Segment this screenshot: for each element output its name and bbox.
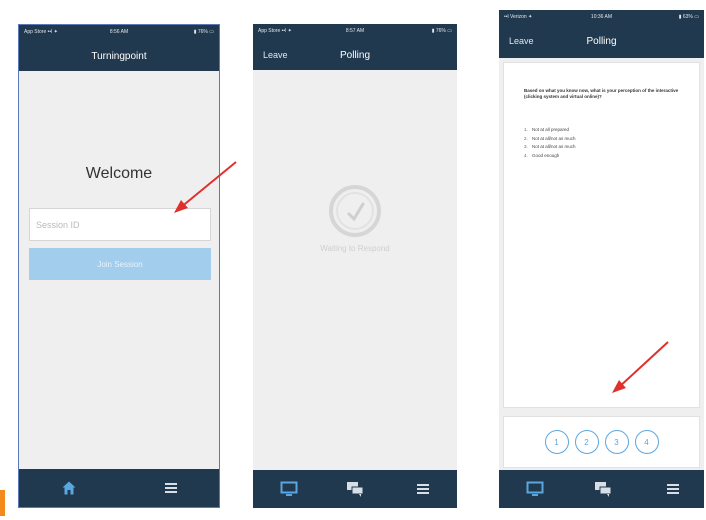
nav-bar: App Store ••l ✦ 8:56 AM ▮ 76% ▭ Turningp… bbox=[19, 25, 219, 71]
status-bar: App Store ••l ✦ 8:57 AM ▮ 76% ▭ bbox=[253, 26, 457, 36]
tab-home[interactable] bbox=[49, 469, 89, 507]
chat-icon bbox=[595, 482, 612, 497]
answer-button-4[interactable]: 4 bbox=[634, 430, 659, 454]
tab-bar bbox=[253, 470, 457, 508]
list-item: 2. Not at all/not as much bbox=[524, 135, 576, 141]
list-item: 4. Good enough bbox=[524, 152, 560, 158]
tab-chat[interactable] bbox=[585, 470, 621, 508]
answer-button-1[interactable]: 1 bbox=[544, 430, 569, 454]
polling-title: Polling bbox=[339, 50, 371, 61]
status-time: 10:36 AM bbox=[590, 14, 613, 20]
list-item: 3. Not at all/not as much bbox=[524, 144, 576, 149]
status-time: 8:57 AM bbox=[345, 28, 365, 34]
page-tab-marker bbox=[0, 490, 5, 516]
status-time: 8:56 AM bbox=[109, 29, 129, 35]
clock-icon bbox=[329, 185, 381, 237]
tab-menu[interactable] bbox=[655, 470, 691, 508]
annotation-arrow-icon bbox=[174, 161, 237, 213]
answer-button-2[interactable]: 2 bbox=[574, 430, 599, 454]
question-text: Based on what you know now, what is your… bbox=[524, 88, 679, 99]
answer-button-3[interactable]: 3 bbox=[604, 430, 629, 454]
menu-icon bbox=[165, 483, 177, 493]
app-title: Turningpoint bbox=[91, 51, 147, 62]
waiting-indicator: Waiting to Respond bbox=[253, 184, 457, 253]
tab-menu[interactable] bbox=[405, 470, 441, 508]
phone-screen-waiting: App Store ••l ✦ 8:57 AM ▮ 76% ▭ Leave Po… bbox=[253, 24, 457, 508]
tab-polling[interactable] bbox=[517, 470, 553, 508]
answer-bar: 1 2 3 4 bbox=[503, 416, 700, 468]
status-battery: ▮ 76% ▭ bbox=[431, 28, 452, 34]
tab-bar bbox=[499, 470, 704, 508]
monitor-icon bbox=[526, 481, 544, 496]
tab-menu[interactable] bbox=[151, 469, 191, 507]
nav-bar: ••l Verizon ✦ 10:36 AM ▮ 63% ▭ Leave Pol… bbox=[499, 10, 704, 58]
home-icon bbox=[62, 481, 76, 495]
status-bar: App Store ••l ✦ 8:56 AM ▮ 76% ▭ bbox=[19, 27, 219, 37]
monitor-icon bbox=[280, 481, 298, 496]
phone-screen-welcome: App Store ••l ✦ 8:56 AM ▮ 76% ▭ Turningp… bbox=[18, 24, 220, 508]
polling-title: Polling bbox=[586, 36, 617, 47]
phone-screen-question: ••l Verizon ✦ 10:36 AM ▮ 63% ▭ Leave Pol… bbox=[499, 10, 704, 508]
tab-polling[interactable] bbox=[271, 470, 307, 508]
annotation-arrow-icon bbox=[612, 341, 669, 393]
option-list: 1. Not at all prepared 2. Not at all/not a… bbox=[524, 126, 685, 160]
list-item: 1. Not at all prepared bbox=[524, 127, 570, 132]
status-battery: ▮ 63% ▭ bbox=[678, 14, 699, 20]
chat-icon bbox=[347, 482, 364, 497]
join-session-button[interactable]: Join Session bbox=[29, 248, 211, 280]
status-battery: ▮ 76% ▭ bbox=[193, 29, 214, 35]
tab-chat[interactable] bbox=[337, 470, 373, 508]
status-bar: ••l Verizon ✦ 10:36 AM ▮ 63% ▭ bbox=[499, 12, 704, 22]
menu-icon bbox=[417, 484, 429, 494]
tab-bar bbox=[19, 469, 219, 507]
menu-icon bbox=[667, 484, 679, 494]
waiting-text: Waiting to Respond bbox=[320, 244, 390, 253]
nav-bar: App Store ••l ✦ 8:57 AM ▮ 76% ▭ Leave Po… bbox=[253, 24, 457, 70]
